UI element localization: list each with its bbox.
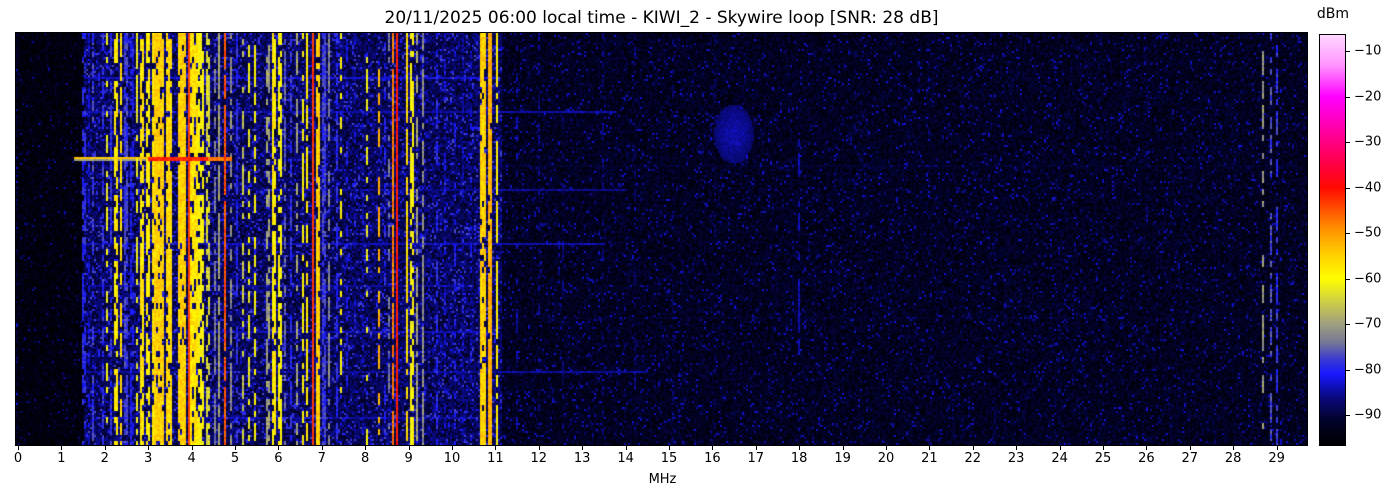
x-tick-label: 9 [404, 451, 413, 466]
x-tick [495, 446, 497, 450]
x-tick [1059, 446, 1061, 450]
x-tick-label: 8 [361, 451, 370, 466]
x-tick-label: 2 [100, 451, 109, 466]
x-tick [365, 446, 367, 450]
colorbar-tick-label: −60 [1354, 271, 1382, 287]
x-tick [408, 446, 410, 450]
x-tick-label: 11 [487, 451, 504, 466]
spectrogram-plot [15, 32, 1308, 446]
colorbar-tick-label: −10 [1354, 43, 1382, 59]
colorbar-tick [1346, 324, 1350, 326]
x-tick [191, 446, 193, 450]
x-tick-label: 0 [13, 451, 23, 466]
x-tick-label: 16 [704, 451, 721, 466]
colorbar-tick-label: −50 [1354, 225, 1382, 241]
x-tick [1146, 446, 1148, 450]
colorbar-tick-label: −70 [1354, 316, 1382, 332]
colorbar-tick-label: −80 [1354, 362, 1382, 378]
colorbar-tick-label: −40 [1354, 180, 1382, 196]
x-tick-label: 1 [57, 451, 66, 466]
x-tick [842, 446, 844, 450]
x-tick-label: 21 [921, 451, 938, 466]
x-tick [886, 446, 887, 450]
x-tick-label: 29 [1268, 451, 1285, 466]
colorbar-title: dBm [1316, 6, 1350, 22]
x-tick-label: 15 [660, 451, 678, 466]
x-tick-label: 25 [1094, 451, 1112, 466]
x-tick-label: 14 [617, 451, 634, 466]
spectrogram-figure: 20/11/2025 06:00 local time - KIWI_2 - S… [0, 0, 1400, 500]
colorbar-canvas [1320, 35, 1345, 445]
x-tick-label: 10 [443, 451, 461, 466]
colorbar-tick [1346, 278, 1350, 280]
colorbar-tick-label: −30 [1354, 134, 1382, 150]
colorbar-tick-label: −20 [1354, 89, 1382, 104]
x-tick [582, 446, 584, 450]
x-tick [929, 446, 931, 450]
colorbar-tick-label: −90 [1354, 407, 1382, 423]
chart-title: 20/11/2025 06:00 local time - KIWI_2 - S… [384, 8, 939, 28]
x-tick-label: 23 [1007, 451, 1025, 466]
x-tick-label: 7 [317, 451, 326, 466]
x-tick [1233, 446, 1235, 450]
x-tick [1276, 446, 1278, 450]
x-tick-label: 6 [274, 451, 283, 466]
x-tick [1189, 446, 1191, 450]
colorbar-tick [1346, 415, 1350, 417]
x-tick [278, 446, 280, 450]
x-tick [148, 446, 150, 450]
x-tick [104, 446, 106, 450]
x-tick [712, 446, 714, 450]
x-tick-label: 3 [144, 451, 153, 466]
x-tick [538, 446, 540, 450]
x-tick [669, 446, 670, 450]
x-tick [1103, 446, 1104, 450]
x-tick-label: 24 [1051, 451, 1068, 466]
x-tick-label: 5 [230, 451, 240, 466]
colorbar-tick [1346, 187, 1350, 189]
colorbar-tick [1346, 96, 1350, 98]
x-tick-label: 13 [573, 451, 591, 466]
x-axis-unit-label: MHz [648, 472, 677, 487]
x-tick [18, 446, 19, 450]
x-tick-label: 12 [530, 451, 548, 466]
colorbar-tick [1346, 142, 1350, 144]
x-tick-label: 22 [964, 451, 982, 466]
spectrogram-canvas [16, 33, 1307, 445]
colorbar-tick [1346, 50, 1350, 52]
x-tick-label: 20 [877, 451, 895, 466]
colorbar [1319, 34, 1346, 446]
x-tick-label: 17 [747, 451, 765, 466]
colorbar-tick [1346, 233, 1350, 235]
x-tick [755, 446, 757, 450]
x-tick [972, 446, 974, 450]
x-tick [321, 446, 323, 450]
x-tick-label: 27 [1181, 451, 1199, 466]
x-tick-label: 4 [187, 451, 196, 466]
x-tick [452, 446, 453, 450]
x-tick-label: 28 [1224, 451, 1242, 466]
x-tick-label: 18 [790, 451, 808, 466]
x-tick [235, 446, 236, 450]
x-tick [799, 446, 801, 450]
x-tick [61, 446, 63, 450]
x-tick [1016, 446, 1018, 450]
x-tick-label: 26 [1138, 451, 1155, 466]
x-tick-label: 19 [834, 451, 851, 466]
x-tick [625, 446, 627, 450]
colorbar-tick [1346, 369, 1350, 371]
